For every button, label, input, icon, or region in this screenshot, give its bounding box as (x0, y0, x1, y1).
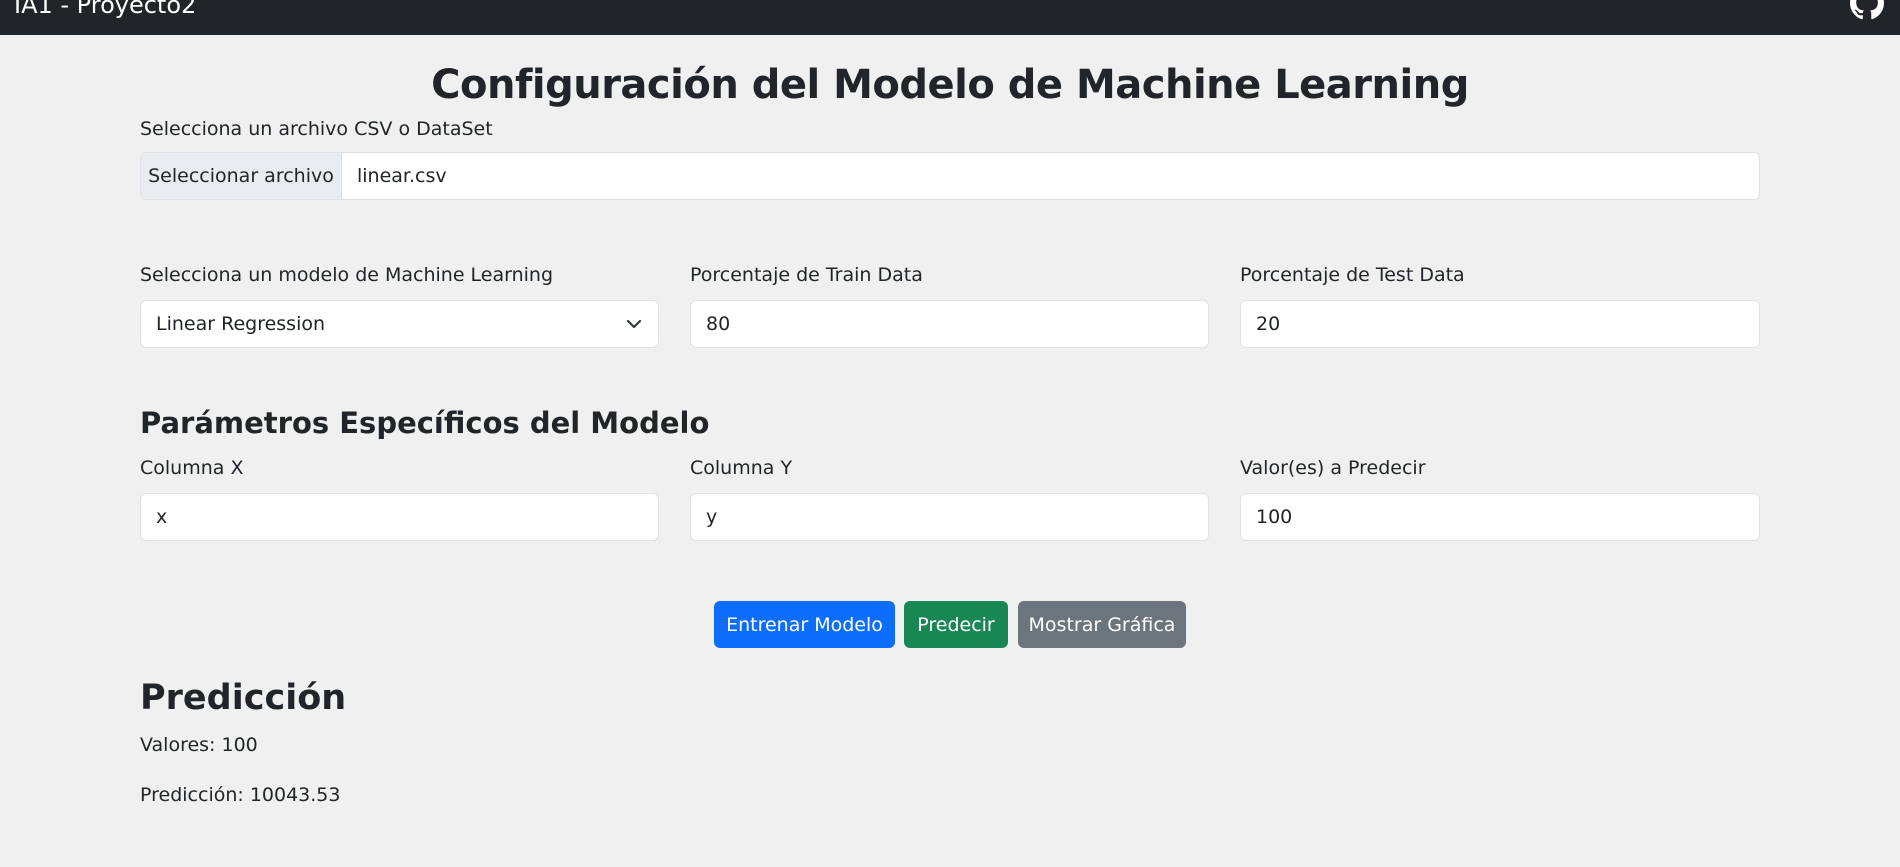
navbar: IA1 - Proyecto2 (0, 0, 1900, 35)
predict-values-label: Valor(es) a Predecir (1240, 457, 1426, 479)
show-chart-button[interactable]: Mostrar Gráfica (1018, 601, 1186, 648)
column-y-value: y (706, 506, 718, 528)
chevron-down-icon (626, 319, 642, 329)
predict-values-input[interactable]: 100 (1240, 493, 1760, 541)
selected-file-name: linear.csv (357, 165, 447, 187)
file-label: Selecciona un archivo CSV o DataSet (140, 118, 493, 140)
github-icon[interactable] (1850, 0, 1884, 20)
page-title: Configuración del Modelo de Machine Lear… (431, 62, 1469, 108)
model-select-value: Linear Regression (156, 313, 326, 335)
main-container: Configuración del Modelo de Machine Lear… (140, 35, 1760, 867)
predict-values-value: 100 (1256, 506, 1293, 528)
prediction-result-text: Predicción: 10043.53 (140, 784, 341, 806)
prediction-values-text: Valores: 100 (140, 734, 258, 756)
model-params-title: Parámetros Específicos del Modelo (140, 406, 710, 440)
column-x-label: Columna X (140, 457, 244, 479)
test-percent-value: 20 (1256, 313, 1281, 335)
column-y-label: Columna Y (690, 457, 793, 479)
column-x-input[interactable]: x (140, 493, 659, 541)
column-x-value: x (156, 506, 168, 528)
test-percent-label: Porcentaje de Test Data (1240, 264, 1465, 286)
file-input[interactable]: Seleccionar archivo linear.csv (140, 152, 1760, 200)
column-y-input[interactable]: y (690, 493, 1209, 541)
train-percent-input[interactable]: 80 (690, 300, 1209, 348)
predict-button[interactable]: Predecir (904, 601, 1008, 648)
train-model-button[interactable]: Entrenar Modelo (714, 601, 895, 648)
navbar-brand[interactable]: IA1 - Proyecto2 (14, 0, 196, 20)
model-select[interactable]: Linear Regression (140, 300, 659, 348)
test-percent-input[interactable]: 20 (1240, 300, 1760, 348)
prediction-title: Predicción (140, 678, 347, 718)
train-percent-value: 80 (706, 313, 731, 335)
model-label: Selecciona un modelo de Machine Learning (140, 264, 554, 286)
choose-file-button[interactable]: Seleccionar archivo (141, 153, 342, 199)
train-percent-label: Porcentaje de Train Data (690, 264, 923, 286)
